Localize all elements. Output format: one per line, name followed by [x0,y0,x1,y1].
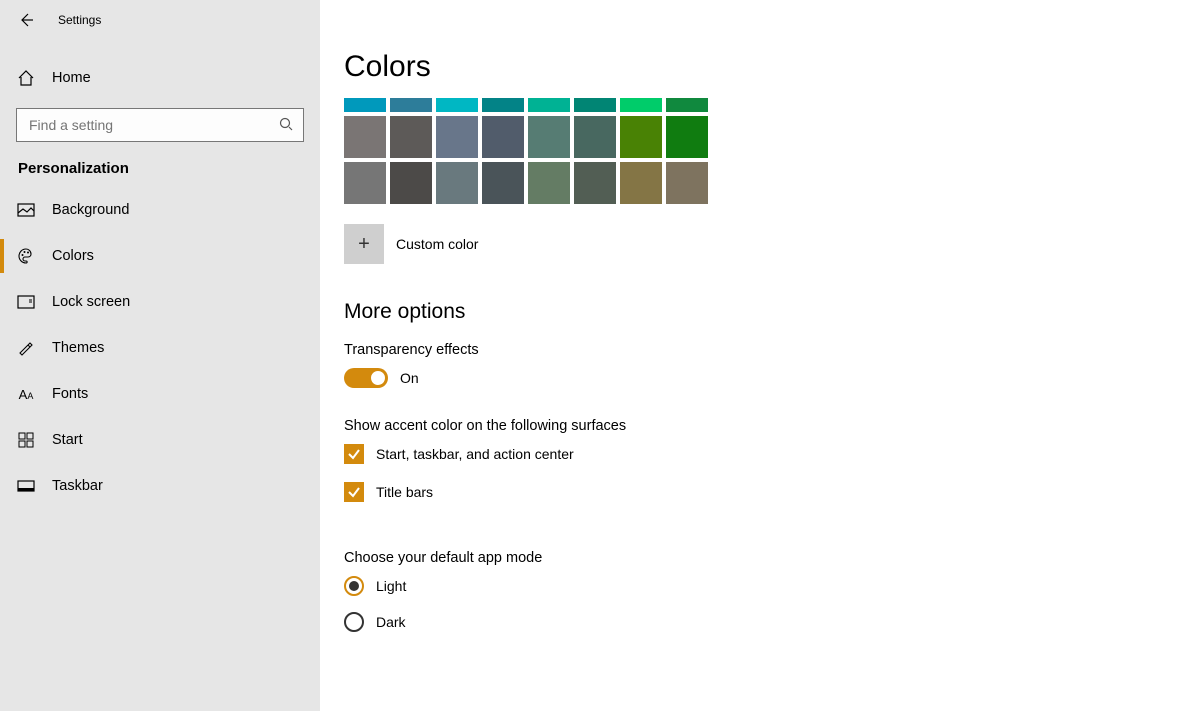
color-swatch[interactable] [528,98,570,112]
radio-label: Dark [376,614,406,630]
sidebar-item-label: Background [52,202,129,218]
color-swatch-grid [344,98,708,204]
search-input-container[interactable] [16,108,304,142]
checkbox-label: Start, taskbar, and action center [376,446,574,462]
plus-icon: + [344,224,384,264]
sidebar-item-home[interactable]: Home [0,54,320,102]
search-input[interactable] [27,116,279,134]
window-title: Settings [58,13,101,27]
radio-light[interactable]: Light [344,576,1198,596]
sidebar-item-fonts[interactable]: AA Fonts [0,371,320,417]
app-mode-label: Choose your default app mode [344,550,1198,566]
taskbar-icon [16,480,36,492]
checkbox-start-taskbar-action-center[interactable]: Start, taskbar, and action center [344,444,1198,464]
color-swatch[interactable] [666,162,708,204]
sidebar-item-label: Themes [52,340,104,356]
color-swatch[interactable] [390,116,432,158]
color-swatch[interactable] [666,98,708,112]
lockscreen-icon [16,295,36,309]
back-button[interactable] [18,12,34,28]
color-swatch[interactable] [390,162,432,204]
sidebar-item-colors[interactable]: Colors [0,233,320,279]
radio-label: Light [376,578,406,594]
radio-dark[interactable]: Dark [344,612,1198,632]
sidebar-nav-group: Background Colors Lock screen Themes [0,187,320,509]
settings-window: Settings Home Personalization B [0,0,1198,711]
start-icon [16,432,36,448]
fonts-icon: AA [16,387,36,402]
sidebar-item-themes[interactable]: Themes [0,325,320,371]
sidebar-item-label: Colors [52,248,94,264]
sidebar-item-background[interactable]: Background [0,187,320,233]
themes-icon [16,339,36,357]
radio-icon [344,612,364,632]
color-swatch[interactable] [620,162,662,204]
color-swatch[interactable] [620,116,662,158]
color-swatch[interactable] [482,98,524,112]
sidebar-item-label: Start [52,432,83,448]
transparency-state: On [400,370,419,386]
page-title: Colors [344,50,1198,84]
color-swatch[interactable] [390,98,432,112]
color-swatch[interactable] [666,116,708,158]
sidebar-section-caption: Personalization [0,160,320,177]
custom-color-button[interactable]: + Custom color [344,224,478,264]
checkbox-icon [344,482,364,502]
color-swatch[interactable] [620,98,662,112]
color-swatch[interactable] [344,116,386,158]
sidebar: Settings Home Personalization B [0,0,320,711]
custom-color-label: Custom color [396,236,478,252]
sidebar-item-label: Home [52,70,91,86]
sidebar-item-label: Fonts [52,386,88,402]
color-swatch[interactable] [344,98,386,112]
picture-icon [16,203,36,217]
color-swatch[interactable] [436,116,478,158]
color-swatch[interactable] [574,98,616,112]
sidebar-item-label: Lock screen [52,294,130,310]
checkbox-title-bars[interactable]: Title bars [344,482,1198,502]
sidebar-item-lockscreen[interactable]: Lock screen [0,279,320,325]
color-swatch[interactable] [528,162,570,204]
transparency-label: Transparency effects [344,342,1198,358]
sidebar-item-taskbar[interactable]: Taskbar [0,463,320,509]
color-swatch[interactable] [574,116,616,158]
transparency-toggle[interactable] [344,368,388,388]
color-swatch[interactable] [528,116,570,158]
search-icon [279,117,293,134]
sidebar-item-start[interactable]: Start [0,417,320,463]
color-swatch[interactable] [574,162,616,204]
checkbox-label: Title bars [376,484,433,500]
more-options-heading: More options [344,300,1198,324]
color-swatch[interactable] [482,162,524,204]
radio-icon [344,576,364,596]
color-swatch[interactable] [436,162,478,204]
home-icon [16,69,36,87]
accent-surfaces-label: Show accent color on the following surfa… [344,418,1198,434]
main-content: Colors + Custom color More options Trans… [320,0,1198,711]
sidebar-item-label: Taskbar [52,478,103,494]
palette-icon [16,247,36,265]
titlebar: Settings [0,0,320,40]
color-swatch[interactable] [482,116,524,158]
checkbox-icon [344,444,364,464]
color-swatch[interactable] [344,162,386,204]
color-swatch[interactable] [436,98,478,112]
